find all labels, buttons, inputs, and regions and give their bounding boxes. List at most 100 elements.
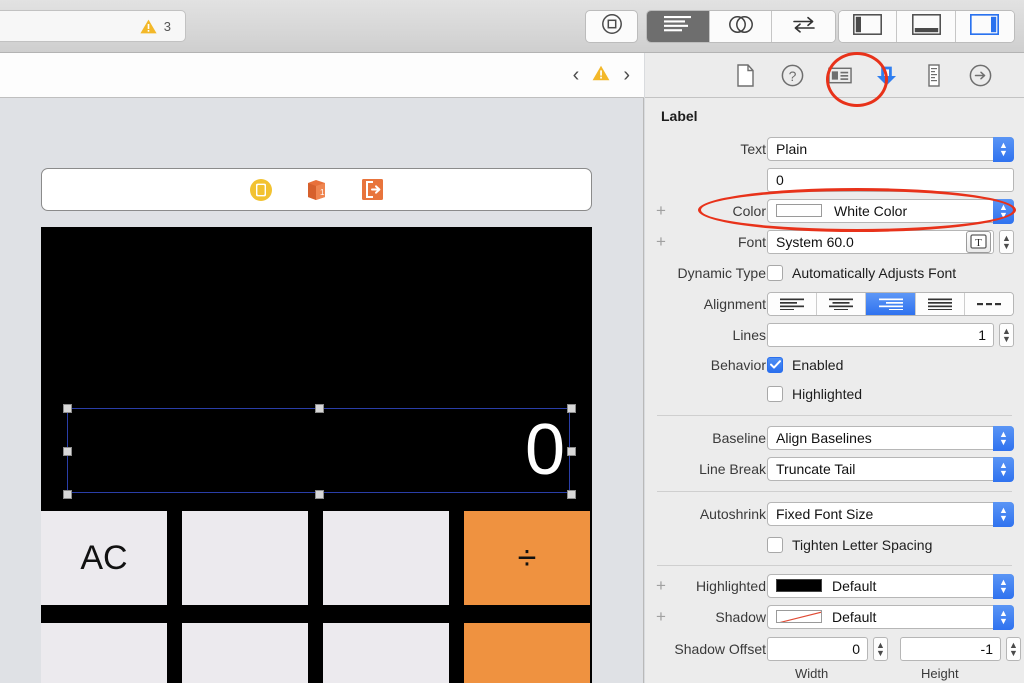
- color-value: White Color: [834, 202, 908, 219]
- shadow-offset-label: Shadow Offset: [674, 641, 766, 657]
- align-right-button[interactable]: [866, 292, 916, 315]
- font-value: System 60.0: [776, 233, 854, 250]
- auto-adjusts-font-label: Automatically Adjusts Font: [792, 264, 957, 281]
- file-inspector-icon[interactable]: [734, 63, 758, 87]
- selection-handle[interactable]: [63, 490, 72, 499]
- key-row2-4[interactable]: [464, 623, 590, 683]
- warning-triangle-icon[interactable]: [592, 65, 610, 86]
- chevron-updown-icon[interactable]: ▲ ▼: [993, 573, 1014, 599]
- exit-icon[interactable]: [360, 177, 385, 202]
- shadow-color-popup[interactable]: Default ▲ ▼: [767, 604, 1014, 630]
- font-field[interactable]: System 60.0 T ▲ ▼: [767, 229, 1014, 254]
- selection-handle[interactable]: [315, 404, 324, 413]
- chevron-updown-icon[interactable]: ▲ ▼: [993, 456, 1014, 482]
- separator: [645, 484, 1024, 498]
- debug-toggle-button[interactable]: [897, 11, 956, 42]
- behavior-highlighted-checkbox[interactable]: Highlighted: [767, 385, 862, 402]
- previous-issue-button[interactable]: ‹: [573, 65, 580, 85]
- row-text: Text Plain ▲ ▼: [645, 133, 1024, 164]
- navigator-toggle-button[interactable]: [839, 11, 898, 42]
- key-divide[interactable]: ÷: [464, 511, 590, 605]
- calculator-keypad[interactable]: AC ÷: [41, 502, 592, 683]
- highlighted-color-popup[interactable]: Default ▲ ▼: [767, 573, 1014, 599]
- alignment-segmented-control[interactable]: [767, 291, 1014, 316]
- text-style-popup[interactable]: Plain ▲ ▼: [767, 136, 1014, 162]
- left-panel-icon: [853, 13, 883, 40]
- selection-handle[interactable]: [567, 490, 576, 499]
- checkbox-box[interactable]: [767, 264, 783, 281]
- utilities-toggle-button[interactable]: [955, 11, 1014, 42]
- key-row2-2[interactable]: [182, 623, 308, 683]
- shadow-color-value: Default: [832, 608, 877, 625]
- font-picker-button[interactable]: T: [966, 230, 991, 253]
- lines-value: 1: [978, 326, 986, 343]
- editor-jump-bar: ‹ ›: [0, 53, 644, 98]
- checkbox-box-checked[interactable]: [767, 356, 783, 373]
- device-preview[interactable]: 0 AC ÷: [41, 227, 592, 683]
- align-center-button[interactable]: [817, 292, 867, 315]
- scene-dock[interactable]: 1: [41, 168, 592, 211]
- line-break-popup[interactable]: Truncate Tail ▲ ▼: [767, 456, 1014, 482]
- shadow-offset-height-stepper[interactable]: ▲ ▼: [1006, 637, 1021, 661]
- shadow-offset-width-stepper[interactable]: ▲ ▼: [873, 637, 888, 661]
- key-row2-1[interactable]: [41, 623, 167, 683]
- row-font: + Font System 60.0 T ▲ ▼: [645, 226, 1024, 257]
- panel-toggle-segmented-control[interactable]: [838, 10, 1015, 43]
- key-blank2[interactable]: [323, 511, 449, 605]
- key-blank1[interactable]: [182, 511, 308, 605]
- assistant-editor-button[interactable]: [709, 11, 773, 42]
- text-content-field[interactable]: 0: [767, 167, 1014, 192]
- status-warning-count: 3: [163, 18, 171, 34]
- bottom-panel-icon: [911, 13, 941, 40]
- checkbox-box[interactable]: [767, 536, 783, 553]
- view-controller-icon[interactable]: [248, 177, 273, 202]
- behavior-enabled-checkbox[interactable]: Enabled: [767, 356, 843, 373]
- align-left-button[interactable]: [768, 292, 818, 315]
- editor-mode-segmented-control[interactable]: [646, 10, 836, 43]
- size-inspector-icon[interactable]: [922, 63, 946, 87]
- first-responder-icon[interactable]: 1: [304, 177, 329, 202]
- selection-handle[interactable]: [567, 404, 576, 413]
- key-clear[interactable]: AC: [41, 511, 167, 605]
- version-editor-button[interactable]: [772, 11, 835, 42]
- align-justified-button[interactable]: [915, 292, 965, 315]
- inspector-tab-bar[interactable]: ?: [645, 53, 1024, 98]
- selection-handle[interactable]: [63, 447, 72, 456]
- stop-button[interactable]: [585, 10, 638, 43]
- chevron-updown-icon[interactable]: ▲ ▼: [993, 501, 1014, 527]
- chevron-updown-icon[interactable]: ▲ ▼: [993, 425, 1014, 451]
- attributes-inspector-icon[interactable]: [875, 63, 899, 87]
- connections-inspector-icon[interactable]: [969, 63, 993, 87]
- chevron-updown-icon[interactable]: ▲ ▼: [993, 198, 1014, 224]
- chevron-updown-icon[interactable]: ▲ ▼: [993, 604, 1014, 630]
- shadow-offset-fields[interactable]: 0 ▲ ▼ -1 ▲ ▼: [767, 637, 1021, 661]
- color-popup[interactable]: White Color ▲ ▼: [767, 198, 1014, 224]
- svg-text:1: 1: [320, 188, 325, 197]
- key-row2-3[interactable]: [323, 623, 449, 683]
- lines-stepper[interactable]: ▲ ▼: [999, 322, 1014, 347]
- status-bar[interactable]: 3: [0, 10, 186, 42]
- interface-builder-canvas[interactable]: 1 0 AC ÷: [0, 98, 644, 683]
- font-size-stepper[interactable]: ▲ ▼: [999, 229, 1014, 254]
- row-dynamic-type: Dynamic Type Automatically Adjusts Font: [645, 257, 1024, 288]
- next-issue-button[interactable]: ›: [623, 65, 630, 85]
- baseline-label: Baseline: [712, 429, 766, 446]
- lines-field[interactable]: 1 ▲ ▼: [767, 322, 1014, 347]
- autoshrink-popup[interactable]: Fixed Font Size ▲ ▼: [767, 501, 1014, 527]
- quick-help-inspector-icon[interactable]: ?: [781, 63, 805, 87]
- chevron-updown-icon[interactable]: ▲ ▼: [993, 136, 1014, 162]
- tighten-letter-spacing-checkbox[interactable]: Tighten Letter Spacing: [767, 536, 932, 553]
- row-autoshrink: Autoshrink Fixed Font Size ▲ ▼: [645, 498, 1024, 529]
- auto-adjusts-font-checkbox[interactable]: Automatically Adjusts Font: [767, 264, 957, 281]
- row-highlighted-color: + Highlighted Default ▲ ▼: [645, 570, 1024, 601]
- row-text-content: 0: [645, 164, 1024, 195]
- shadow-offset-width-value: 0: [852, 641, 860, 657]
- baseline-popup[interactable]: Align Baselines ▲ ▼: [767, 425, 1014, 451]
- selection-handle[interactable]: [63, 404, 72, 413]
- identity-inspector-icon[interactable]: [827, 63, 852, 87]
- selection-handle[interactable]: [315, 490, 324, 499]
- selection-handle[interactable]: [567, 447, 576, 456]
- checkbox-box[interactable]: [767, 385, 783, 402]
- align-natural-button[interactable]: [964, 292, 1013, 315]
- standard-editor-button[interactable]: [647, 11, 710, 42]
